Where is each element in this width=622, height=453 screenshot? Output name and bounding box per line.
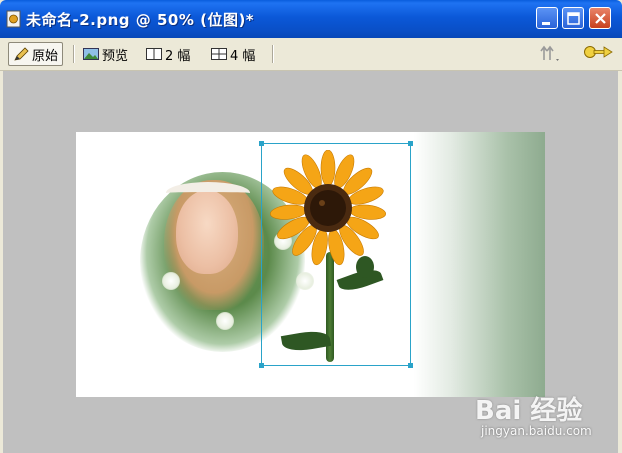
- landscape-image-icon: [83, 48, 99, 60]
- baidu-watermark: Bai 经验 jingyan.baidu.com: [475, 390, 615, 450]
- selection-handle[interactable]: [408, 363, 413, 368]
- selection-handle[interactable]: [408, 141, 413, 146]
- export-button[interactable]: [534, 42, 568, 66]
- maximize-icon: [567, 12, 580, 25]
- watermark-url: jingyan.baidu.com: [481, 424, 592, 438]
- document-toolbar: 原始 预览 2 幅 4 幅: [0, 38, 622, 71]
- close-button[interactable]: [589, 7, 611, 29]
- split-two-icon: [146, 48, 162, 60]
- toolbar-separator: [73, 45, 75, 63]
- white-flower: [162, 272, 180, 290]
- minimize-button[interactable]: [536, 7, 558, 29]
- export-arrow-icon: [540, 45, 559, 61]
- key-arrow-icon: [584, 46, 613, 58]
- selection-handle[interactable]: [259, 363, 264, 368]
- white-flower: [216, 312, 234, 330]
- portrait-headband: [166, 182, 250, 204]
- maximize-button[interactable]: [562, 7, 584, 29]
- split-four-icon: [211, 48, 227, 60]
- key-options-button[interactable]: [578, 42, 620, 66]
- toolbar-separator: [272, 45, 274, 63]
- window-title: 未命名-2.png @ 50% (位图)*: [26, 11, 255, 29]
- selection-handle[interactable]: [259, 141, 264, 146]
- minimize-icon: [542, 22, 550, 25]
- selection-rectangle[interactable]: [261, 143, 411, 366]
- close-icon: [595, 13, 606, 24]
- document-canvas[interactable]: [76, 132, 545, 397]
- four-up-button[interactable]: 4 幅: [207, 42, 259, 66]
- watermark-brand: Bai 经验: [475, 396, 583, 426]
- two-up-button[interactable]: 2 幅: [142, 42, 194, 66]
- fireworks-document-icon: [6, 10, 21, 28]
- window-titlebar[interactable]: 未命名-2.png @ 50% (位图)*: [0, 0, 622, 38]
- preview-label: 预览: [102, 48, 129, 64]
- preview-button[interactable]: 预览: [79, 42, 132, 66]
- pencil-icon: [14, 47, 29, 61]
- four-up-label: 4 幅: [230, 48, 256, 64]
- original-view-label: 原始: [32, 48, 59, 64]
- two-up-label: 2 幅: [165, 48, 191, 64]
- original-view-button[interactable]: 原始: [8, 42, 64, 66]
